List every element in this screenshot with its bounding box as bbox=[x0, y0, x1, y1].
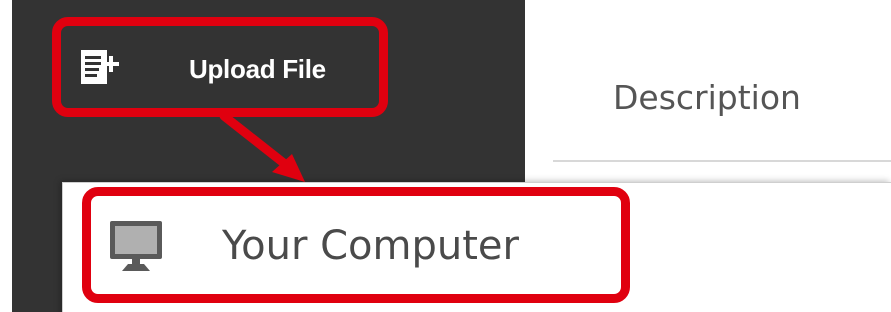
menu-item-your-computer[interactable]: Your Computer bbox=[100, 205, 610, 287]
left-margin bbox=[0, 0, 12, 312]
upload-file-label: Upload File bbox=[189, 54, 326, 84]
field-divider bbox=[553, 160, 891, 162]
document-add-icon bbox=[81, 50, 119, 84]
your-computer-label: Your Computer bbox=[222, 223, 519, 269]
description-label: Description bbox=[613, 78, 801, 117]
monitor-icon bbox=[110, 221, 162, 271]
screenshot-stage: Upload File Description Your Computer bbox=[0, 0, 891, 312]
upload-file-button[interactable]: Upload File bbox=[67, 34, 379, 106]
